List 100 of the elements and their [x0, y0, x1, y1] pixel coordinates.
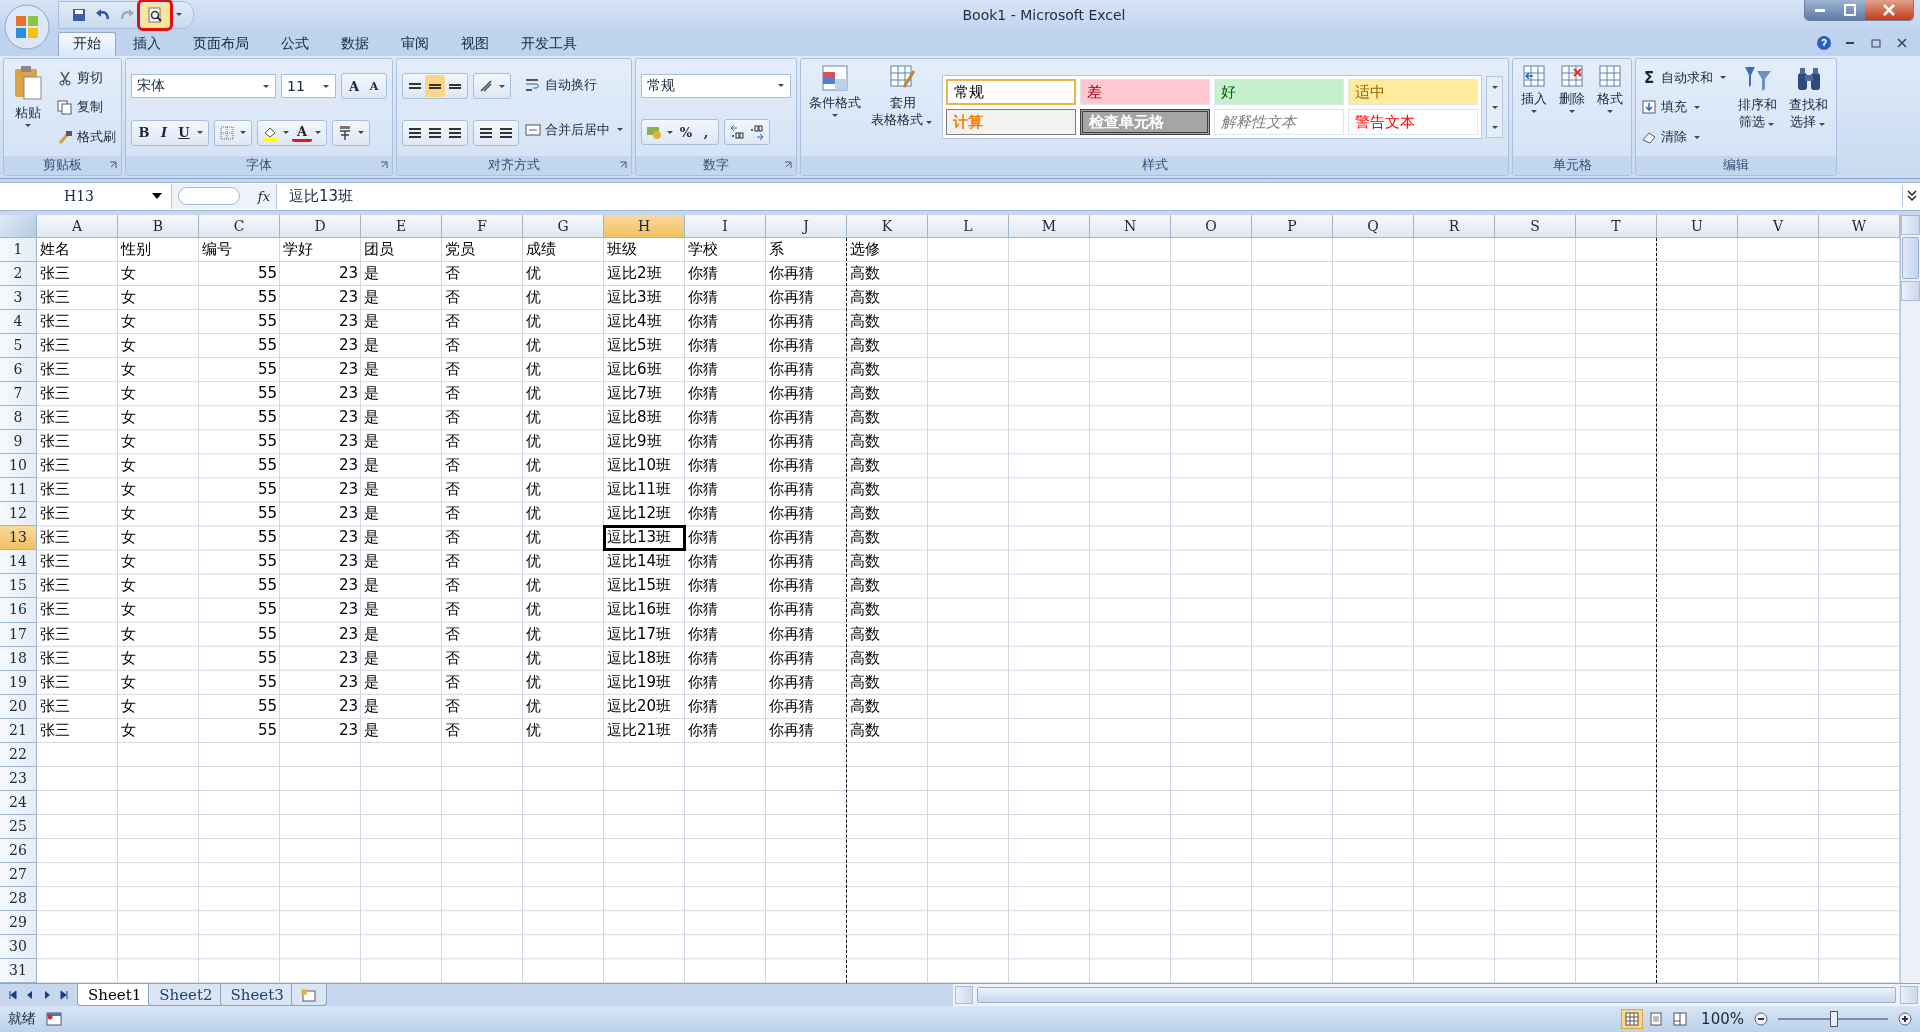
sort-filter-button[interactable]: 排序和 筛选: [1735, 62, 1780, 152]
dialog-launcher-button[interactable]: [619, 160, 627, 169]
cell-style-option[interactable]: 好: [1214, 79, 1344, 106]
first-sheet-button[interactable]: [8, 990, 18, 1000]
row-header[interactable]: 17: [0, 622, 37, 647]
column-header[interactable]: V: [1738, 214, 1819, 238]
format-painter-button[interactable]: 格式刷: [57, 126, 116, 148]
column-header[interactable]: I: [685, 214, 766, 238]
row-header[interactable]: 7: [0, 382, 37, 407]
column-header[interactable]: U: [1657, 214, 1738, 238]
row-header[interactable]: 1: [0, 237, 37, 262]
ribbon-tab[interactable]: 审阅: [386, 31, 444, 56]
column-header[interactable]: A: [37, 214, 118, 238]
row-header[interactable]: 28: [0, 887, 37, 912]
ribbon-tab[interactable]: 视图: [446, 31, 504, 56]
number-format-field[interactable]: 常规: [641, 73, 791, 98]
ribbon-tab[interactable]: 数据: [326, 31, 384, 56]
zoom-out-button[interactable]: [1754, 1012, 1768, 1026]
column-header[interactable]: O: [1171, 214, 1252, 238]
row-header[interactable]: 21: [0, 718, 37, 743]
row-header[interactable]: 23: [0, 766, 37, 791]
vertical-scrollbar[interactable]: [1900, 214, 1920, 984]
format-as-table-button[interactable]: 套用 表格格式: [868, 62, 938, 152]
autosum-button[interactable]: Σ 自动求和: [1641, 66, 1729, 89]
row-header[interactable]: 4: [0, 309, 37, 334]
percent-button[interactable]: %: [676, 121, 696, 144]
wrap-text-button[interactable]: 自动换行: [525, 74, 626, 97]
column-header[interactable]: E: [361, 214, 442, 238]
cell-style-option[interactable]: 警告文本: [1348, 109, 1478, 136]
format-button[interactable]: 格式: [1594, 62, 1626, 152]
column-header[interactable]: B: [118, 214, 199, 238]
italic-button[interactable]: I: [154, 121, 174, 144]
fill-button[interactable]: 填充: [1641, 96, 1729, 119]
row-header[interactable]: 30: [0, 935, 37, 960]
column-header[interactable]: L: [928, 214, 1009, 238]
dialog-launcher-button[interactable]: [784, 160, 792, 169]
paste-button[interactable]: 粘贴: [9, 62, 47, 152]
slider-thumb[interactable]: [1830, 1011, 1838, 1027]
column-header[interactable]: W: [1819, 214, 1900, 238]
formula-field[interactable]: 逗比13班: [277, 183, 1902, 209]
grow-font-button[interactable]: A: [344, 75, 364, 98]
normal-view-button[interactable]: [1621, 1009, 1644, 1029]
row-header[interactable]: 20: [0, 694, 37, 719]
insert-sheet-button[interactable]: [290, 984, 327, 1006]
cell-style-option[interactable]: 解释性文本: [1214, 109, 1344, 136]
column-header[interactable]: S: [1495, 214, 1576, 238]
merge-center-button[interactable]: 合并后居中: [525, 118, 626, 141]
column-header[interactable]: J: [766, 214, 847, 238]
find-select-button[interactable]: 查找和 选择: [1786, 62, 1831, 152]
column-header[interactable]: Q: [1333, 214, 1414, 238]
ribbon-tab[interactable]: 页面布局: [178, 31, 264, 56]
cell-style-option[interactable]: 差: [1080, 79, 1210, 106]
insert-function-button[interactable]: fx: [257, 188, 270, 204]
column-header[interactable]: C: [199, 214, 280, 238]
column-header[interactable]: F: [442, 214, 523, 238]
comma-button[interactable]: ,: [696, 121, 716, 144]
column-header[interactable]: R: [1414, 214, 1495, 238]
formula-bar-handle[interactable]: [178, 187, 240, 206]
row-header[interactable]: 26: [0, 838, 37, 863]
font-name-field[interactable]: 宋体: [131, 74, 276, 99]
row-header[interactable]: 9: [0, 430, 37, 455]
column-header[interactable]: D: [280, 214, 361, 238]
row-header[interactable]: 14: [0, 550, 37, 575]
ribbon-tab[interactable]: 插入: [118, 31, 176, 56]
row-header[interactable]: 31: [0, 959, 37, 984]
row-header[interactable]: 2: [0, 261, 37, 286]
prev-sheet-button[interactable]: [25, 990, 35, 1000]
row-header[interactable]: 12: [0, 502, 37, 527]
row-header[interactable]: 6: [0, 358, 37, 383]
column-header[interactable]: N: [1090, 214, 1171, 238]
row-header[interactable]: 16: [0, 598, 37, 623]
row-header[interactable]: 10: [0, 454, 37, 479]
cell-style-option[interactable]: 适中: [1348, 79, 1478, 106]
horizontal-scrollbar[interactable]: [952, 984, 1920, 1006]
row-header[interactable]: 8: [0, 406, 37, 431]
insert-button[interactable]: 插入: [1518, 62, 1550, 152]
row-header[interactable]: 29: [0, 911, 37, 936]
copy-button[interactable]: 复制: [57, 96, 116, 119]
column-header[interactable]: H: [604, 214, 685, 238]
maximize-button[interactable]: [1835, 0, 1865, 20]
row-header[interactable]: 15: [0, 574, 37, 599]
cell-style-option[interactable]: 常规: [946, 79, 1076, 106]
row-header[interactable]: 24: [0, 790, 37, 815]
expand-formula-button[interactable]: [1902, 185, 1920, 208]
row-header[interactable]: 27: [0, 863, 37, 888]
underline-button[interactable]: U: [174, 121, 194, 144]
shrink-font-button[interactable]: A: [364, 75, 384, 98]
row-header[interactable]: 5: [0, 333, 37, 358]
dialog-launcher-button[interactable]: [109, 160, 117, 169]
last-sheet-button[interactable]: [59, 990, 69, 1000]
bold-button[interactable]: B: [134, 121, 154, 144]
column-header[interactable]: P: [1252, 214, 1333, 238]
cut-button[interactable]: 剪切: [57, 66, 116, 89]
row-header[interactable]: 11: [0, 478, 37, 503]
close-button[interactable]: [1865, 0, 1913, 20]
conditional-formatting-button[interactable]: 条件格式: [806, 62, 864, 152]
column-header[interactable]: G: [523, 214, 604, 238]
column-header[interactable]: T: [1576, 214, 1657, 238]
ribbon-tab[interactable]: 公式: [266, 31, 324, 56]
zoom-in-button[interactable]: [1898, 1012, 1912, 1026]
